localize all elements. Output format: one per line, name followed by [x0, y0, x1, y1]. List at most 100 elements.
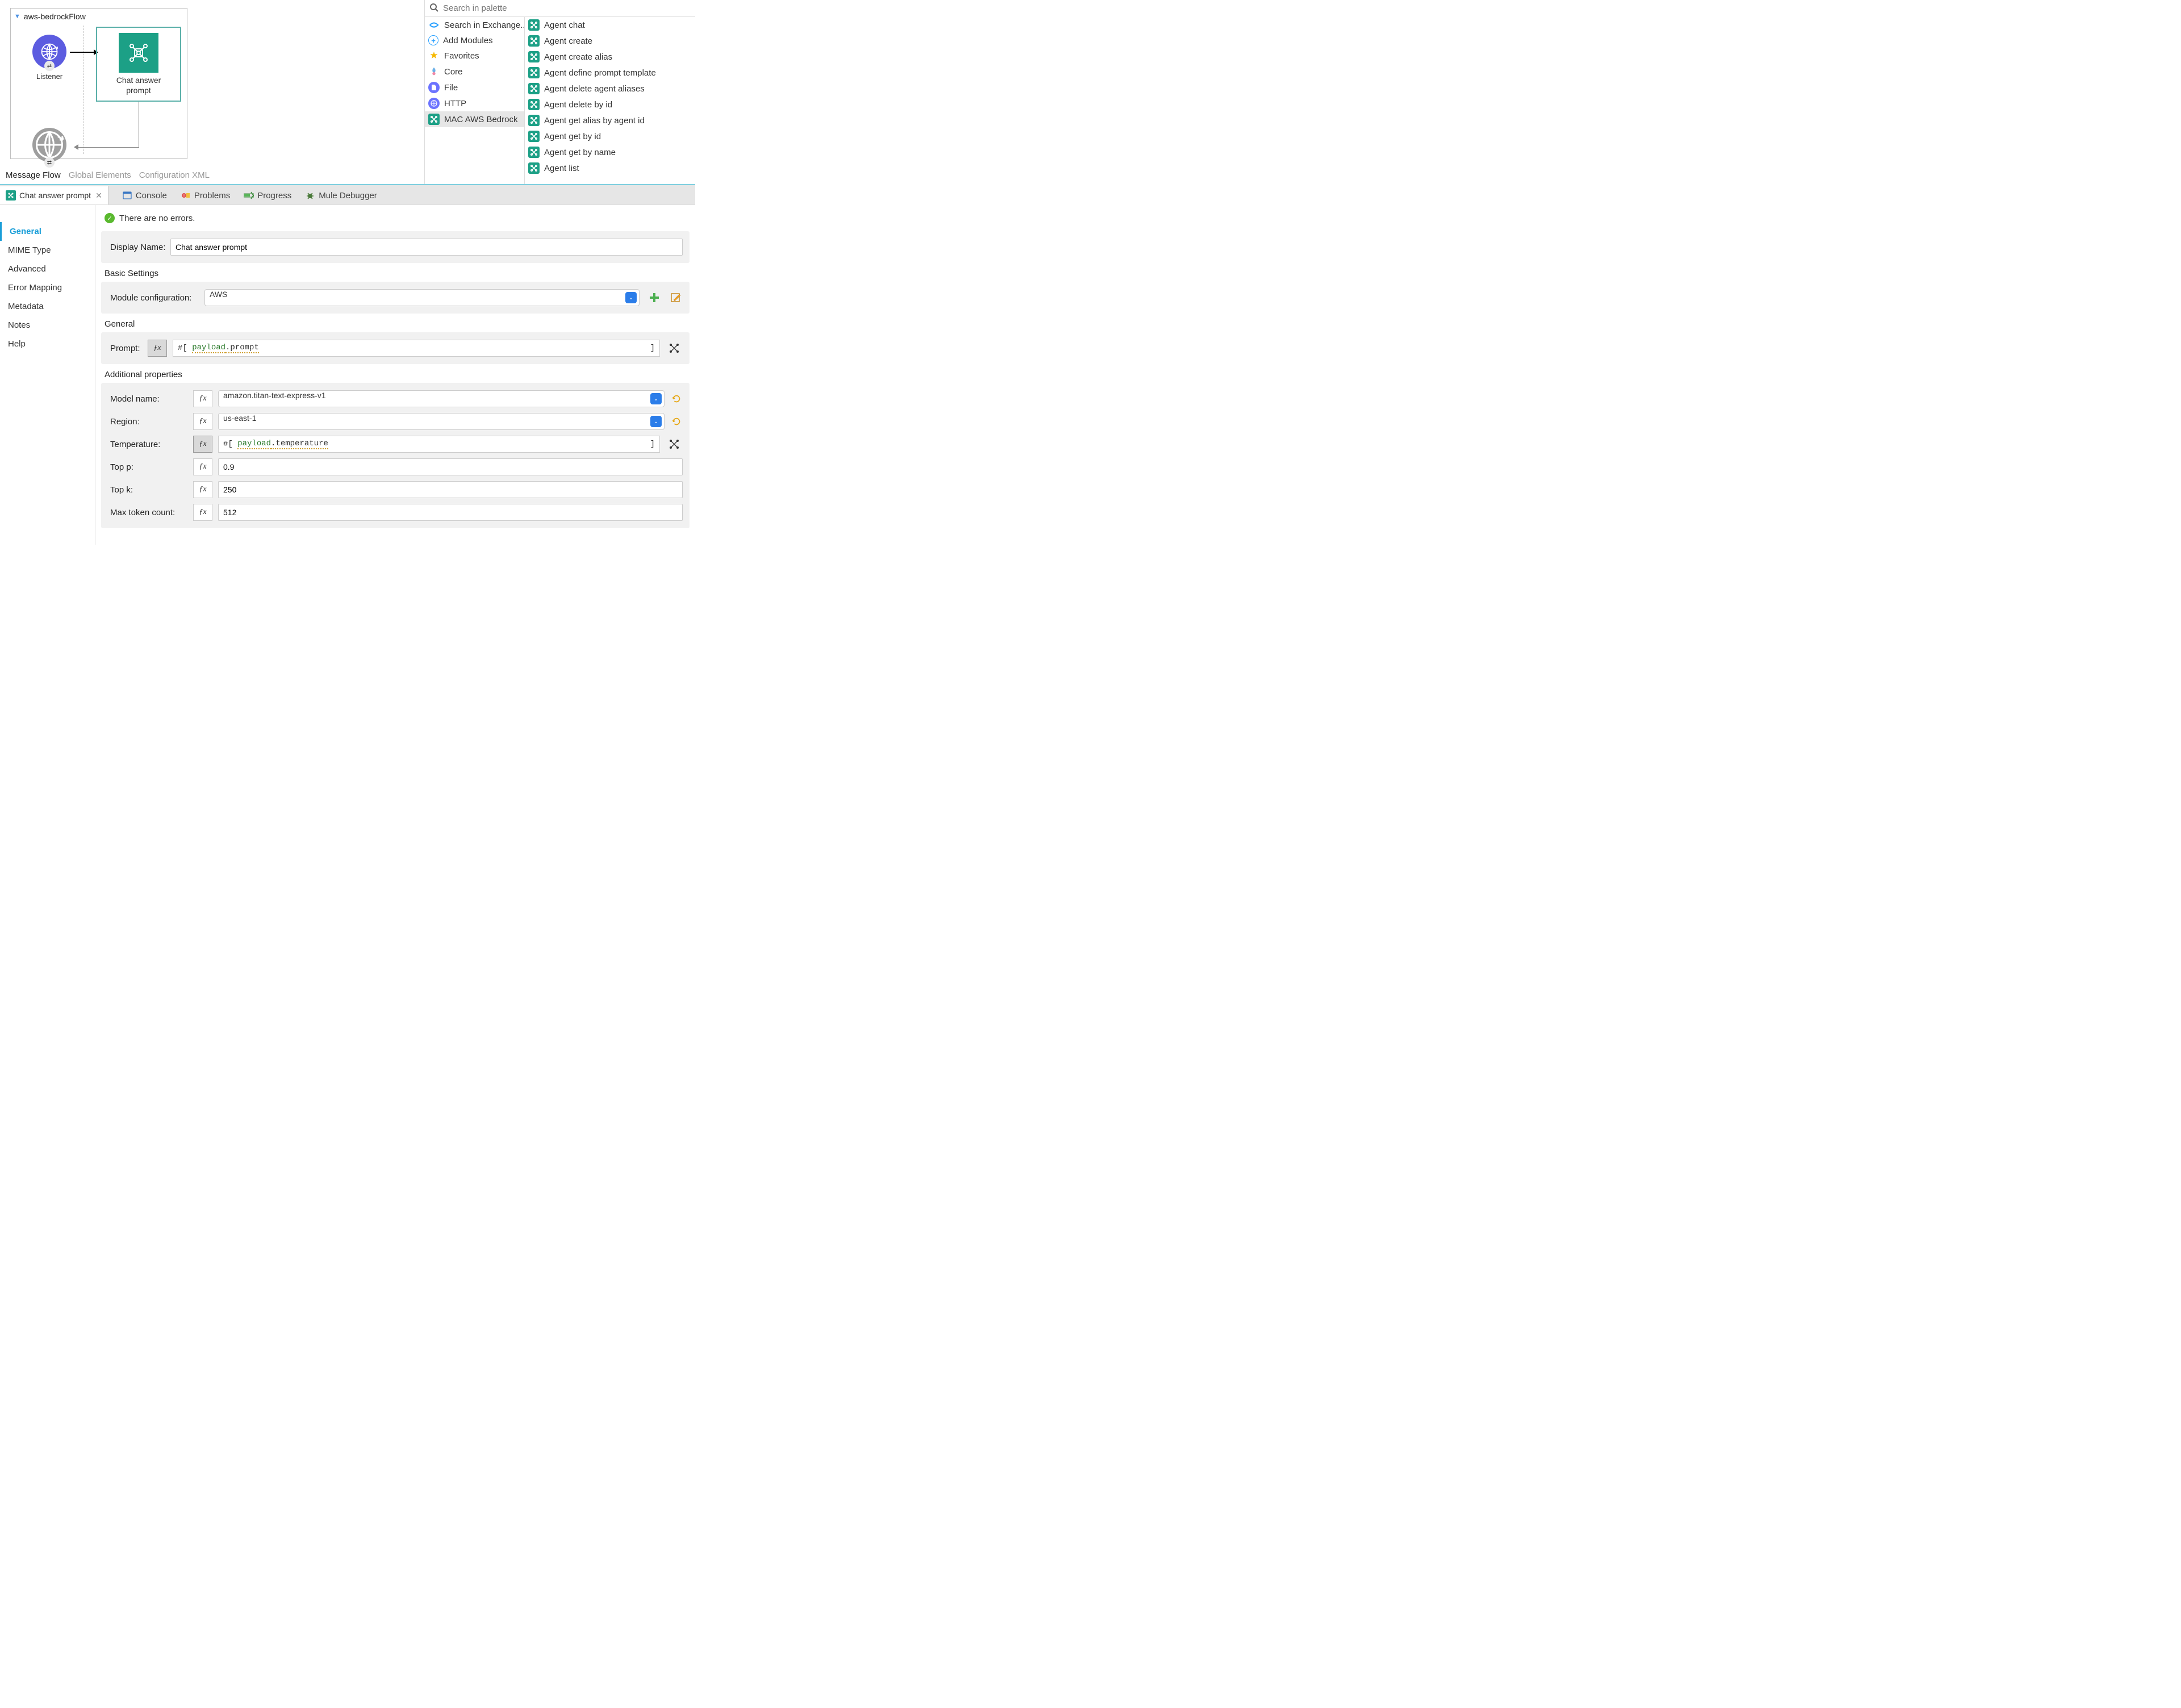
- palette-category-label: Favorites: [444, 51, 479, 61]
- palette-category-file[interactable]: File: [425, 80, 524, 95]
- dropdown-caret-icon[interactable]: ⌄: [625, 292, 637, 303]
- flow-canvas[interactable]: ▼ aws-bedrockFlow: [0, 0, 424, 168]
- http-icon: [428, 98, 440, 109]
- flow-name: aws-bedrockFlow: [24, 12, 86, 21]
- flow-title[interactable]: ▼ aws-bedrockFlow: [11, 9, 187, 24]
- refresh-button[interactable]: [670, 392, 683, 405]
- tab-chat-answer-prompt[interactable]: Chat answer prompt ✕: [0, 186, 108, 204]
- topp-input[interactable]: [218, 458, 683, 475]
- listener-node[interactable]: ⇄ Listener: [22, 35, 77, 82]
- sidebar-item-metadata[interactable]: Metadata: [0, 297, 95, 316]
- expr-attr: .temperature: [271, 439, 328, 449]
- tab-message-flow[interactable]: Message Flow: [6, 170, 61, 180]
- temperature-input[interactable]: #[ payload.temperature ]: [218, 436, 660, 453]
- tab-configuration-xml[interactable]: Configuration XML: [139, 170, 210, 180]
- palette-operation-agent-create[interactable]: Agent create: [525, 33, 695, 49]
- validation-status: ✓ There are no errors.: [105, 213, 686, 223]
- tab-console[interactable]: Console: [115, 186, 174, 204]
- tab-label: Progress: [257, 191, 291, 201]
- palette-operation-agent-define-prompt-template[interactable]: Agent define prompt template: [525, 65, 695, 81]
- active-tab-label: Chat answer prompt: [19, 191, 91, 200]
- bedrock-icon: [528, 83, 540, 94]
- palette-category-search-in-exchange-[interactable]: Search in Exchange..: [425, 17, 524, 33]
- sidebar-item-general[interactable]: General: [0, 222, 95, 241]
- palette-category-label: File: [444, 83, 458, 93]
- progress-icon: [244, 190, 254, 201]
- lower-view-tabs: Chat answer prompt ✕ Console !Problems Pro…: [0, 184, 695, 204]
- palette-category-label: Core: [444, 67, 463, 77]
- listener-badge-icon: ⇄: [44, 157, 55, 168]
- dropdown-caret-icon[interactable]: ⌄: [650, 393, 662, 404]
- ok-icon: ✓: [105, 213, 115, 223]
- palette-category-label: Add Modules: [443, 36, 493, 45]
- tab-problems[interactable]: !Problems: [174, 186, 237, 204]
- palette-operation-agent-delete-by-id[interactable]: Agent delete by id: [525, 97, 695, 112]
- maxtok-input[interactable]: [218, 504, 683, 521]
- expand-expression-button[interactable]: [666, 340, 683, 357]
- prompt-input[interactable]: #[ payload.prompt ]: [173, 340, 660, 357]
- palette-operation-agent-get-by-id[interactable]: Agent get by id: [525, 128, 695, 144]
- flow-arrow: [70, 52, 97, 53]
- region-select[interactable]: us-east-1 ⌄: [218, 413, 665, 430]
- sidebar-item-notes[interactable]: Notes: [0, 316, 95, 335]
- basic-settings-heading: Basic Settings: [105, 269, 686, 278]
- sidebar-item-error-mapping[interactable]: Error Mapping: [0, 278, 95, 297]
- maxtok-label: Max token count:: [108, 508, 193, 517]
- fx-toggle-button[interactable]: ƒx: [193, 504, 212, 521]
- palette-search: [425, 0, 695, 17]
- debugger-icon: [305, 190, 315, 201]
- palette-operation-agent-create-alias[interactable]: Agent create alias: [525, 49, 695, 65]
- ghost-listener-node[interactable]: ⇄: [22, 128, 77, 165]
- fx-toggle-button[interactable]: ƒx: [193, 481, 212, 498]
- chat-answer-prompt-node[interactable]: Chat answer prompt: [96, 27, 181, 102]
- properties-content: ✓ There are no errors. Display Name: Bas…: [95, 205, 695, 545]
- fx-toggle-button[interactable]: ƒx: [193, 413, 212, 430]
- sidebar-item-mime-type[interactable]: MIME Type: [0, 241, 95, 260]
- palette-operation-agent-get-alias-by-agent-id[interactable]: Agent get alias by agent id: [525, 112, 695, 128]
- sidebar-item-help[interactable]: Help: [0, 335, 95, 353]
- tab-mule-debugger[interactable]: Mule Debugger: [298, 186, 384, 204]
- palette-operation-agent-chat[interactable]: Agent chat: [525, 17, 695, 33]
- palette-category-mac-aws-bedrock[interactable]: MAC AWS Bedrock: [425, 111, 524, 127]
- topk-input[interactable]: [218, 481, 683, 498]
- palette-category-core[interactable]: Core: [425, 64, 524, 80]
- bedrock-icon: [119, 33, 158, 73]
- palette-search-input[interactable]: [443, 3, 691, 13]
- palette-category-http[interactable]: HTTP: [425, 95, 524, 111]
- close-tab-icon[interactable]: ✕: [95, 191, 102, 201]
- palette-operation-agent-get-by-name[interactable]: Agent get by name: [525, 144, 695, 160]
- search-icon: [429, 3, 438, 14]
- bedrock-icon: [528, 147, 540, 158]
- display-name-input[interactable]: [170, 239, 683, 256]
- palette-category-label: HTTP: [444, 99, 466, 108]
- status-text: There are no errors.: [119, 214, 195, 223]
- fx-toggle-button[interactable]: ƒx: [148, 340, 167, 357]
- refresh-button[interactable]: [670, 415, 683, 428]
- listener-icon: ⇄: [32, 35, 66, 69]
- collapse-triangle-icon[interactable]: ▼: [14, 13, 20, 20]
- problems-icon: !: [181, 190, 191, 201]
- bedrock-icon: [528, 67, 540, 78]
- flow-container[interactable]: ▼ aws-bedrockFlow: [10, 8, 187, 159]
- fx-toggle-button[interactable]: ƒx: [193, 458, 212, 475]
- model-name-select[interactable]: amazon.titan-text-express-v1 ⌄: [218, 390, 665, 407]
- palette-category-add-modules[interactable]: +Add Modules: [425, 33, 524, 48]
- fx-toggle-button[interactable]: ƒx: [193, 390, 212, 407]
- prompt-label-1: Chat answer: [116, 75, 161, 85]
- palette-operation-agent-list[interactable]: Agent list: [525, 160, 695, 176]
- tab-label: Console: [136, 191, 167, 201]
- edit-config-button[interactable]: [669, 291, 683, 304]
- fx-toggle-button[interactable]: ƒx: [193, 436, 212, 453]
- palette-operation-agent-delete-agent-aliases[interactable]: Agent delete agent aliases: [525, 81, 695, 97]
- dropdown-caret-icon[interactable]: ⌄: [650, 416, 662, 427]
- add-config-button[interactable]: [647, 291, 661, 304]
- tab-global-elements[interactable]: Global Elements: [69, 170, 131, 180]
- bedrock-icon: [528, 99, 540, 110]
- module-config-select[interactable]: AWS ⌄: [204, 289, 640, 306]
- sidebar-item-advanced[interactable]: Advanced: [0, 260, 95, 278]
- palette-category-favorites[interactable]: ★Favorites: [425, 48, 524, 64]
- palette-operation-label: Agent delete agent aliases: [544, 84, 645, 94]
- tab-progress[interactable]: Progress: [237, 186, 298, 204]
- expand-expression-button[interactable]: [666, 436, 683, 453]
- region-value: us-east-1: [223, 414, 256, 423]
